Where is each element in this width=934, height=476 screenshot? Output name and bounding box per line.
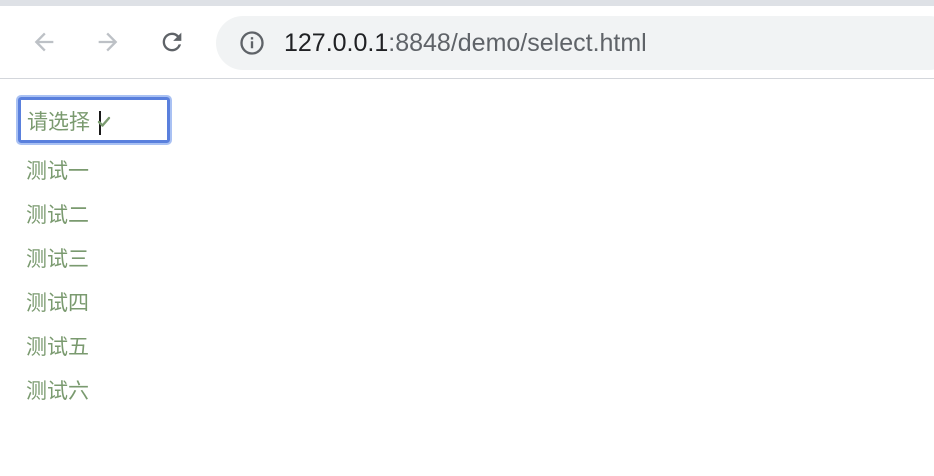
select-input[interactable]: 请选择 <box>18 97 170 143</box>
list-item[interactable]: 测试二 <box>26 203 89 247</box>
list-item[interactable]: 测试一 <box>26 159 89 203</box>
list-item[interactable]: 测试六 <box>26 379 89 423</box>
forward-button[interactable] <box>88 22 128 62</box>
url-path: :8848/demo/select.html <box>388 29 647 57</box>
reload-button[interactable] <box>152 22 192 62</box>
page-content: 请选择 测试一 测试二 测试三 测试四 测试五 测试六 <box>0 79 934 476</box>
address-bar[interactable]: 127.0.0.1:8848/demo/select.html <box>216 16 934 70</box>
select-placeholder: 请选择 <box>27 110 90 134</box>
url-text: 127.0.0.1:8848/demo/select.html <box>284 29 647 57</box>
browser-toolbar: 127.0.0.1:8848/demo/select.html <box>0 6 934 78</box>
reload-icon <box>158 28 186 56</box>
option-list: 测试一 测试二 测试三 测试四 测试五 测试六 <box>26 159 89 423</box>
back-arrow-icon <box>30 28 58 56</box>
checkmark-icon <box>97 114 111 133</box>
list-item[interactable]: 测试四 <box>26 291 89 335</box>
info-icon[interactable] <box>238 29 266 57</box>
list-item[interactable]: 测试三 <box>26 247 89 291</box>
forward-arrow-icon <box>94 28 122 56</box>
list-item[interactable]: 测试五 <box>26 335 89 379</box>
back-button[interactable] <box>24 22 64 62</box>
url-host: 127.0.0.1 <box>284 29 389 57</box>
